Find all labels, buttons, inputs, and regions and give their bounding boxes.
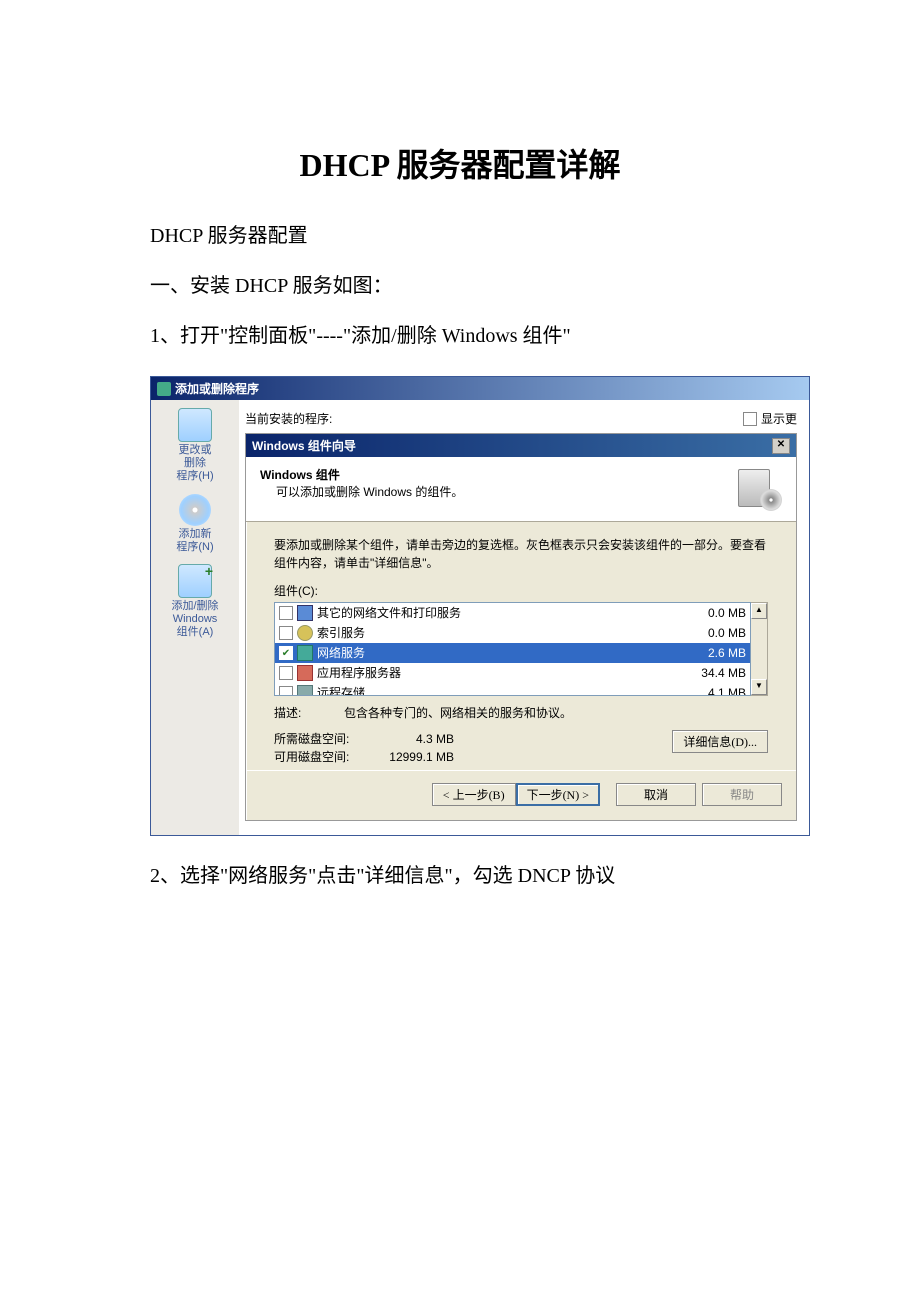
disk-avail-value: 12999.1 MB	[364, 748, 454, 766]
sidebar-item-add-new[interactable]: 添加新 程序(N)	[176, 494, 213, 554]
component-size: 4.1 MB	[686, 684, 746, 696]
sidebar-label: 添加/删除 Windows 组件(A)	[171, 600, 218, 640]
component-name: 索引服务	[317, 624, 682, 642]
sidebar-label: 添加新 程序(N)	[176, 528, 213, 554]
sidebar: 更改或 删除 程序(H) 添加新 程序(N) 添加/删除 Windows 组件(…	[151, 400, 239, 835]
components-icon	[178, 564, 212, 598]
checkbox-icon[interactable]	[279, 666, 293, 680]
details-button[interactable]: 详细信息(D)...	[672, 730, 768, 753]
window-title: 添加或删除程序	[175, 380, 259, 397]
doc-p3: 1、打开"控制面板"----"添加/删除 Windows 组件"	[150, 316, 770, 356]
checkbox-icon[interactable]	[279, 686, 293, 696]
network-files-icon	[297, 605, 313, 621]
component-size: 0.0 MB	[686, 604, 746, 622]
list-item[interactable]: 其它的网络文件和打印服务 0.0 MB	[275, 603, 750, 623]
show-updates-label: 显示更	[761, 410, 797, 427]
box-icon	[178, 408, 212, 442]
disk-needed-label: 所需磁盘空间:	[274, 730, 364, 748]
description-value: 包含各种专门的、网络相关的服务和协议。	[344, 704, 572, 722]
checkbox-icon[interactable]: ✔	[279, 646, 293, 660]
cd-icon	[179, 494, 211, 526]
checkbox-icon	[743, 412, 757, 426]
server-cd-icon	[738, 467, 782, 511]
installed-programs-label: 当前安装的程序:	[245, 410, 332, 427]
scrollbar[interactable]: ▲ ▼	[751, 602, 768, 696]
windows-components-wizard: Windows 组件向导 ✕ Windows 组件 可以添加或删除 Window…	[245, 433, 797, 821]
close-button[interactable]: ✕	[772, 438, 790, 454]
app-icon	[157, 382, 171, 396]
wizard-header-sub: 可以添加或删除 Windows 的组件。	[260, 484, 463, 501]
list-item[interactable]: 远程存储 4.1 MB	[275, 683, 750, 696]
sidebar-item-windows-components[interactable]: 添加/删除 Windows 组件(A)	[171, 564, 218, 640]
cancel-button[interactable]: 取消	[616, 783, 696, 806]
component-size: 2.6 MB	[686, 644, 746, 662]
wizard-header-title: Windows 组件	[260, 467, 463, 484]
sidebar-label: 更改或 删除 程序(H)	[176, 444, 213, 484]
list-item[interactable]: 索引服务 0.0 MB	[275, 623, 750, 643]
component-name: 其它的网络文件和打印服务	[317, 604, 682, 622]
component-name: 网络服务	[317, 644, 682, 662]
app-server-icon	[297, 665, 313, 681]
wizard-title: Windows 组件向导	[252, 437, 356, 454]
components-list-label: 组件(C):	[274, 582, 768, 600]
wizard-titlebar: Windows 组件向导 ✕	[246, 434, 796, 457]
list-item[interactable]: 应用程序服务器 34.4 MB	[275, 663, 750, 683]
disk-avail-label: 可用磁盘空间:	[274, 748, 364, 766]
back-button[interactable]: < 上一步(B)	[432, 783, 516, 806]
doc-p1: DHCP 服务器配置	[150, 216, 770, 256]
show-updates-checkbox[interactable]: 显示更	[743, 410, 797, 427]
remote-storage-icon	[297, 685, 313, 696]
network-service-icon	[297, 645, 313, 661]
component-name: 应用程序服务器	[317, 664, 682, 682]
component-name: 远程存储	[317, 684, 682, 696]
component-size: 0.0 MB	[686, 624, 746, 642]
disk-needed-value: 4.3 MB	[364, 730, 454, 748]
doc-title: DHCP 服务器配置详解	[150, 140, 770, 186]
next-button[interactable]: 下一步(N) >	[516, 783, 600, 806]
index-service-icon	[297, 625, 313, 641]
wizard-instruction: 要添加或删除某个组件，请单击旁边的复选框。灰色框表示只会安装该组件的一部分。要查…	[274, 536, 768, 572]
window-titlebar: 添加或删除程序	[151, 377, 809, 400]
checkbox-icon[interactable]	[279, 626, 293, 640]
component-size: 34.4 MB	[686, 664, 746, 682]
help-button[interactable]: 帮助	[702, 783, 782, 806]
checkbox-icon[interactable]	[279, 606, 293, 620]
description-label: 描述:	[274, 704, 324, 722]
list-item-selected[interactable]: ✔ 网络服务 2.6 MB	[275, 643, 750, 663]
scroll-down-button[interactable]: ▼	[751, 679, 767, 695]
screenshot-add-remove-programs: 添加或删除程序 更改或 删除 程序(H) 添加新 程序(N) 添加/删除 Win…	[150, 376, 810, 836]
doc-p4: 2、选择"网络服务"点击"详细信息"，勾选 DNCP 协议	[150, 856, 770, 896]
doc-p2: 一、安装 DHCP 服务如图：	[150, 266, 770, 306]
components-list[interactable]: 其它的网络文件和打印服务 0.0 MB 索引服务 0.0 MB	[274, 602, 751, 696]
sidebar-item-change-remove[interactable]: 更改或 删除 程序(H)	[176, 408, 213, 484]
scroll-up-button[interactable]: ▲	[751, 603, 767, 619]
